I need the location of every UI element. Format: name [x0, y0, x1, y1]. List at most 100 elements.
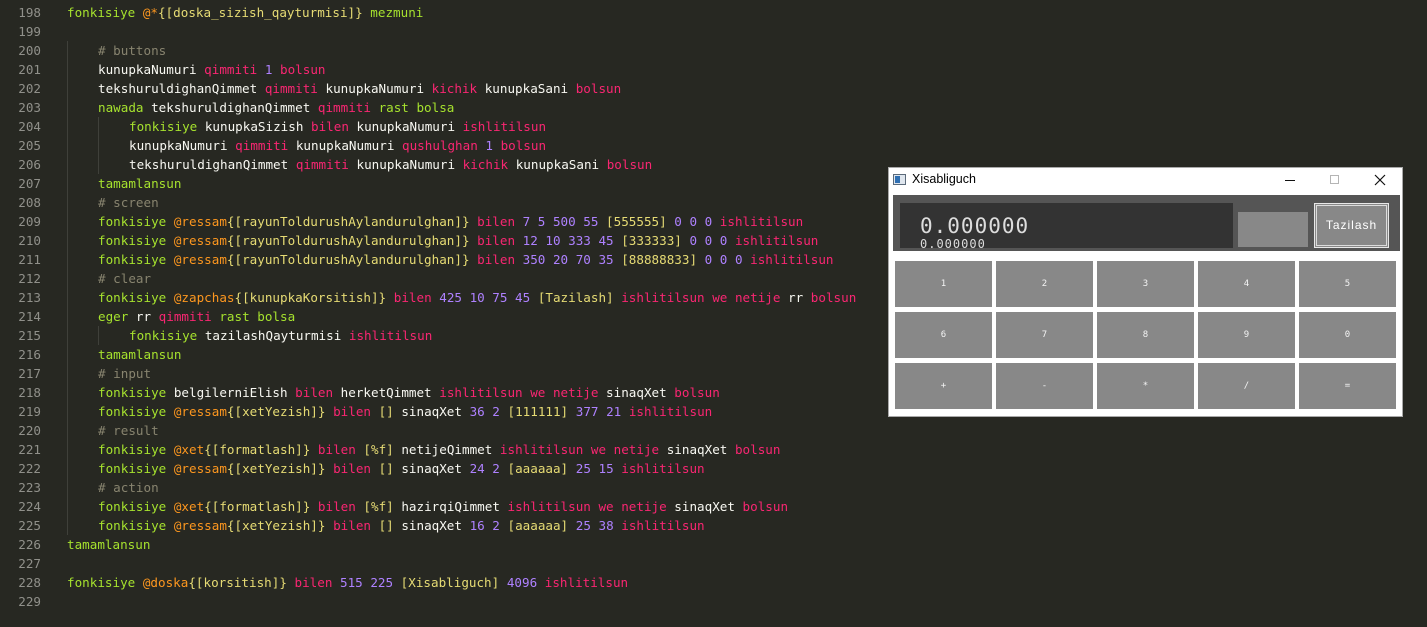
key-button[interactable]: 3: [1097, 261, 1194, 307]
code-token: ishlitilsun: [544, 575, 629, 590]
code-token: bilen: [295, 385, 341, 400]
code-text: fonkisiye @ressam{[xetYezish]} bilen [] …: [98, 402, 712, 421]
code-line: 199: [0, 22, 1427, 41]
code-token: 1: [485, 138, 501, 153]
code-token: kunupkaSani: [515, 157, 607, 172]
code-text: eger rr qimmiti rast bolsa: [98, 307, 295, 326]
key-button[interactable]: =: [1299, 363, 1396, 409]
code-text: # clear: [98, 269, 151, 288]
code-token: hazirqiQimmet: [393, 499, 508, 514]
code-token: bolsun: [742, 499, 789, 514]
code-token: tekshuruldighanQimmet: [151, 100, 318, 115]
close-button[interactable]: [1357, 168, 1402, 192]
key-button[interactable]: 4: [1198, 261, 1295, 307]
code-token: 4096: [499, 575, 545, 590]
code-token: bolsun: [606, 157, 653, 172]
code-text: fonkisiye @xet{[formatlash]} bilen [%f] …: [98, 440, 780, 459]
code-token: fonkisiye: [98, 385, 174, 400]
indent-guide: [67, 136, 68, 155]
display-screen: 0.000000 0.000000: [900, 203, 1233, 251]
indent-guide: [67, 60, 68, 79]
key-button[interactable]: 9: [1198, 312, 1295, 358]
code-text: nawada tekshuruldighanQimmet qimmiti ras…: [98, 98, 454, 117]
code-token: {[doska_sizish_qayturmisi]}: [158, 5, 363, 20]
key-button[interactable]: -: [996, 363, 1093, 409]
code-token: 515 225: [339, 575, 401, 590]
title-bar[interactable]: Xisabliguch: [889, 168, 1402, 192]
code-token: ishlitilsun we netije: [439, 385, 607, 400]
code-token: tazilashQayturmisi: [204, 328, 349, 343]
indent-guide: [67, 383, 68, 402]
line-number: 208: [18, 195, 41, 210]
key-button[interactable]: 6: [895, 312, 992, 358]
code-line: 224 fonkisiye @xet{[formatlash]} bilen [%…: [0, 497, 1427, 516]
code-token: 25 15: [568, 461, 622, 476]
code-token: bilen: [310, 499, 364, 514]
clear-button[interactable]: Tazilash: [1314, 203, 1389, 248]
code-token: herketQimmet: [340, 385, 440, 400]
code-token: [333333]: [621, 233, 682, 248]
key-button[interactable]: *: [1097, 363, 1194, 409]
code-text: kunupkaNumuri qimmiti kunupkaNumuri qush…: [129, 136, 546, 155]
code-token: 36 2: [469, 404, 508, 419]
line-number: 221: [18, 442, 41, 457]
code-text: # buttons: [98, 41, 166, 60]
code-token: kunupkaSani: [484, 81, 576, 96]
code-token: kichik: [462, 157, 516, 172]
key-button[interactable]: 0: [1299, 312, 1396, 358]
code-token: bilen: [310, 119, 357, 134]
code-text: # screen: [98, 193, 159, 212]
indent-guide: [67, 288, 68, 307]
minimize-button[interactable]: [1267, 168, 1312, 192]
key-button[interactable]: 8: [1097, 312, 1194, 358]
code-text: kunupkaNumuri qimmiti 1 bolsun: [98, 60, 326, 79]
line-number: 200: [18, 43, 41, 58]
code-token: mezmuni: [362, 5, 424, 20]
calculator-window: Xisabliguch 0.000000 0.000000 Tazilash 1…: [888, 167, 1403, 417]
code-token: []: [378, 404, 394, 419]
line-number: 225: [18, 518, 41, 533]
code-token: ishlitilsun: [750, 252, 834, 267]
indent-guide: [67, 440, 68, 459]
code-text: fonkisiye @zapchas{[kunupkaKorsitish]} b…: [98, 288, 856, 307]
line-number: 218: [18, 385, 41, 400]
line-number: 198: [18, 5, 41, 20]
code-text: fonkisiye @*{[doska_sizish_qayturmisi]} …: [67, 3, 423, 22]
code-token: kunupkaNumuri: [356, 157, 463, 172]
indent-guide: [98, 136, 99, 155]
key-button[interactable]: +: [895, 363, 992, 409]
key-button[interactable]: 2: [996, 261, 1093, 307]
code-token: fonkisiye: [98, 214, 174, 229]
key-button[interactable]: 5: [1299, 261, 1396, 307]
line-number: 206: [18, 157, 41, 172]
code-text: fonkisiye @ressam{[rayunToldurushAylandu…: [98, 212, 803, 231]
code-token: 7 5 500 55: [522, 214, 607, 229]
code-text: tamamlansun: [98, 345, 181, 364]
code-token: ishlitilsun: [621, 461, 705, 476]
code-token: 377 21: [568, 404, 629, 419]
key-button[interactable]: /: [1198, 363, 1295, 409]
code-line: 205 kunupkaNumuri qimmiti kunupkaNumuri q…: [0, 136, 1427, 155]
code-token: netijeQimmet: [393, 442, 500, 457]
code-token: fonkisiye: [98, 518, 174, 533]
code-token: qimmiti: [317, 100, 379, 115]
code-token: fonkisiye: [98, 499, 174, 514]
window-title: Xisabliguch: [912, 172, 976, 186]
code-text: tekshuruldighanQimmet qimmiti kunupkaNum…: [129, 155, 652, 174]
code-token: kunupkaNumuri: [98, 62, 205, 77]
line-number: 210: [18, 233, 41, 248]
code-token: {[xetYezish]}: [226, 404, 326, 419]
code-token: {[korsitish]}: [188, 575, 287, 590]
key-button[interactable]: 1: [895, 261, 992, 307]
code-token: fonkisiye: [129, 119, 205, 134]
code-token: {[formatlash]}: [204, 499, 311, 514]
key-button[interactable]: 7: [996, 312, 1093, 358]
result-readout: 0.000000: [920, 214, 1030, 238]
code-token: ishlitilsun we netije: [613, 290, 789, 305]
code-token: sinaqXet: [666, 442, 735, 457]
indent-guide: [67, 364, 68, 383]
code-line: 202 tekshuruldighanQimmet qimmiti kunupka…: [0, 79, 1427, 98]
code-token: fonkisiye: [98, 233, 174, 248]
code-line: 223 # action: [0, 478, 1427, 497]
code-token: ishlitilsun: [348, 328, 433, 343]
